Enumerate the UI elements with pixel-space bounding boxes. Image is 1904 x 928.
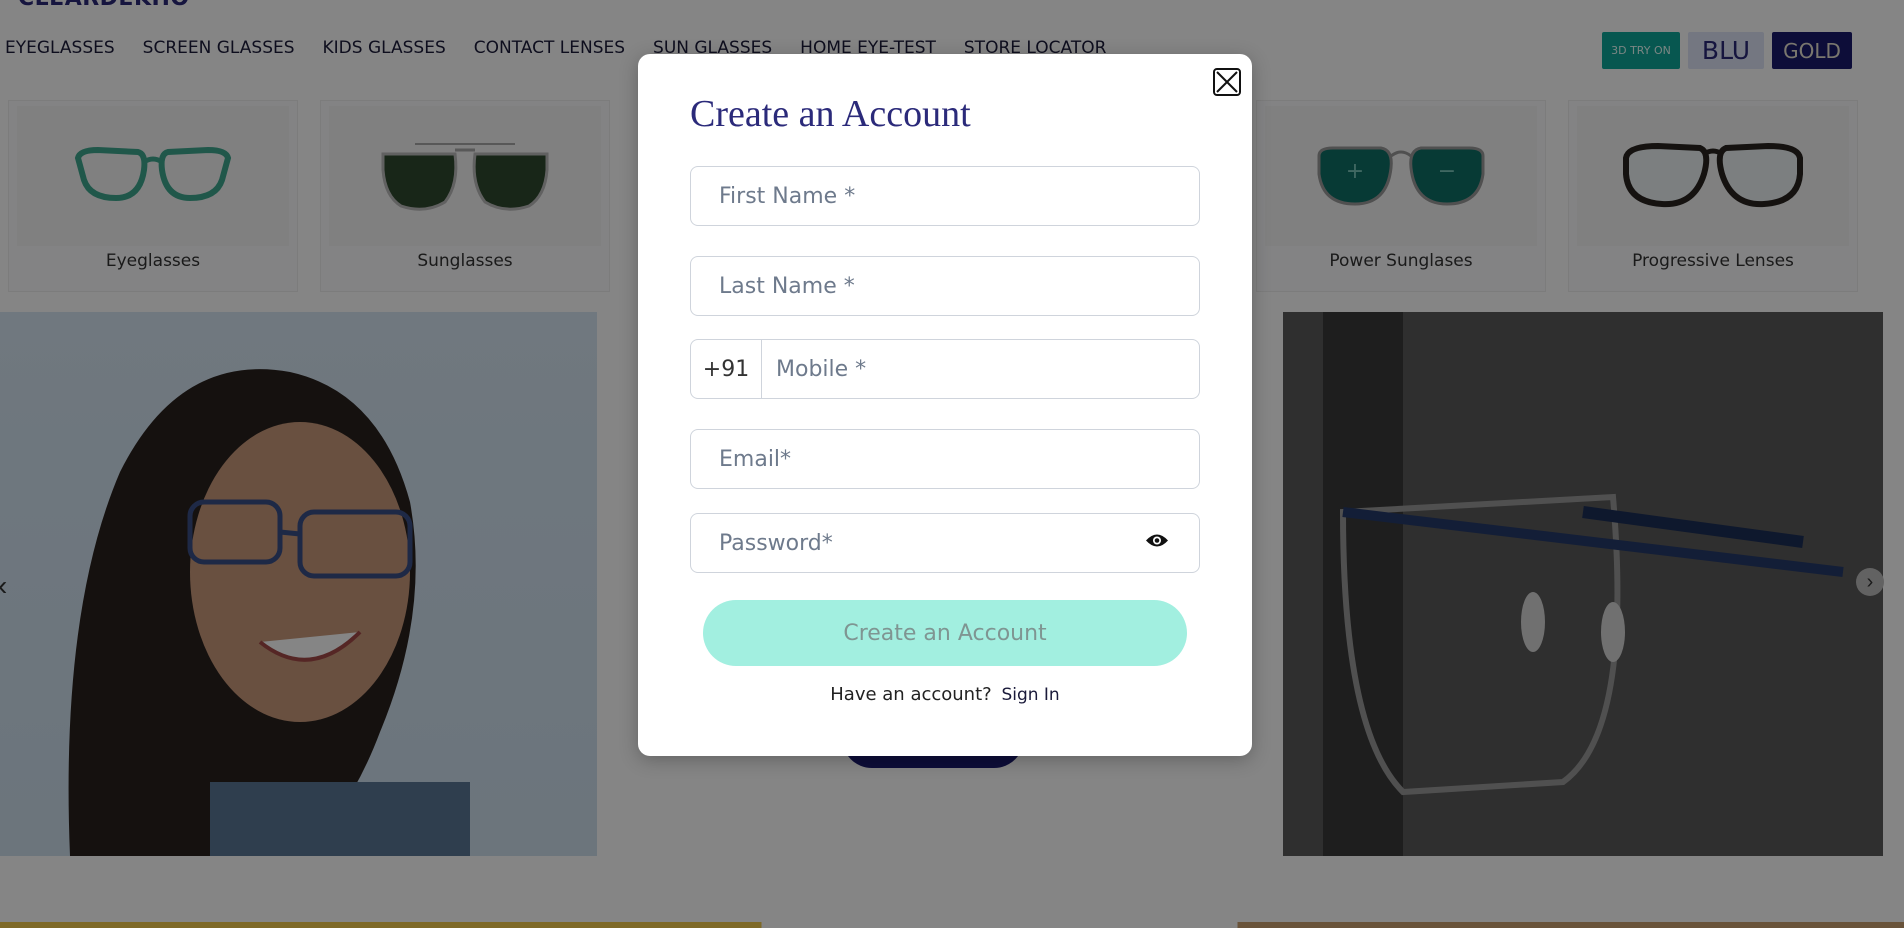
close-icon <box>1216 71 1238 93</box>
eye-icon <box>1146 534 1168 547</box>
last-name-field <box>690 256 1200 316</box>
close-button[interactable] <box>1213 68 1241 96</box>
last-name-input[interactable] <box>691 257 1199 315</box>
modal-title: Create an Account <box>690 93 971 135</box>
show-password-icon[interactable] <box>1145 533 1169 554</box>
password-input[interactable] <box>691 514 1199 572</box>
mobile-field: +91 <box>690 339 1200 399</box>
sign-in-link[interactable]: Sign In <box>1001 685 1059 705</box>
first-name-input[interactable] <box>691 167 1199 225</box>
first-name-field <box>690 166 1200 226</box>
email-input[interactable] <box>691 430 1199 488</box>
have-account-row: Have an account? Sign In <box>638 684 1252 705</box>
create-account-modal: Create an Account +91 Create an Account … <box>638 54 1252 756</box>
have-account-text: Have an account? <box>830 684 992 705</box>
country-code[interactable]: +91 <box>691 340 762 398</box>
email-field <box>690 429 1200 489</box>
create-account-button[interactable]: Create an Account <box>703 600 1187 666</box>
password-field <box>690 513 1200 573</box>
mobile-input[interactable] <box>762 340 1199 398</box>
